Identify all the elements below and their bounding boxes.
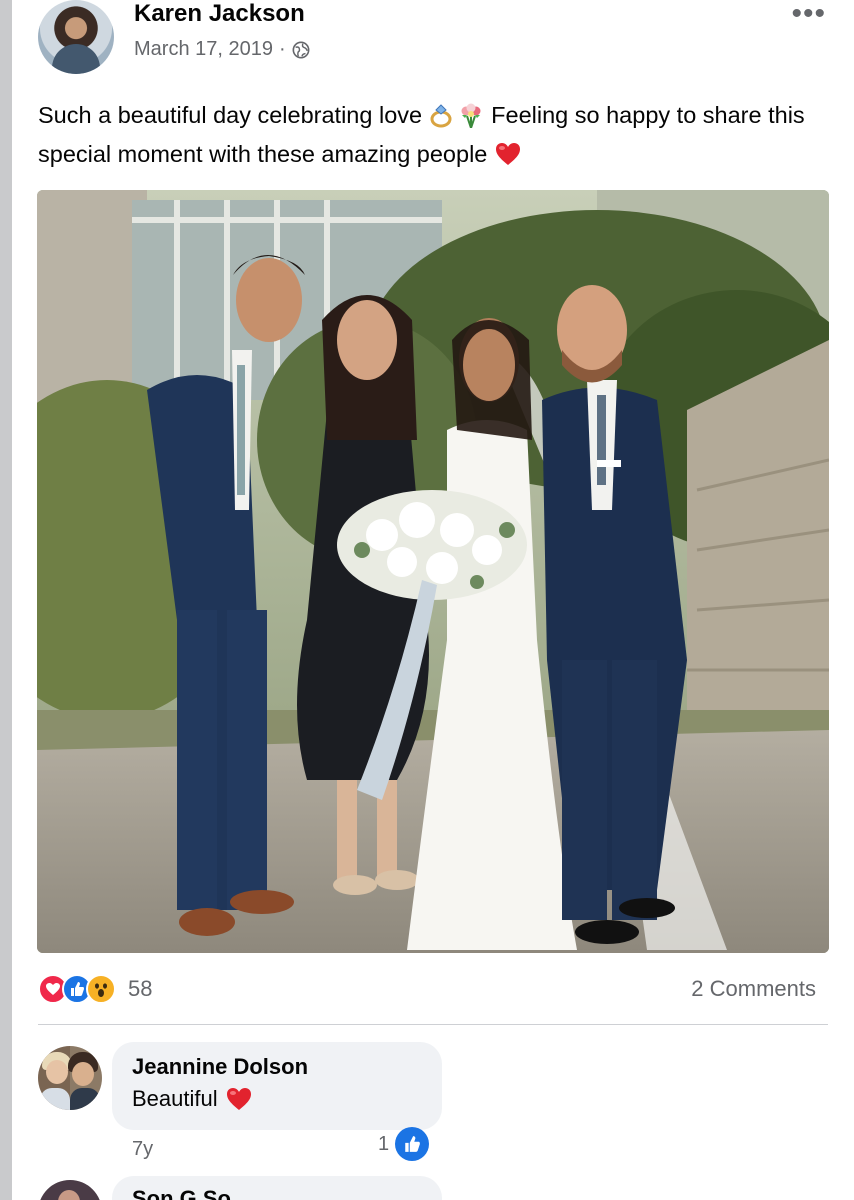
author-avatar[interactable] <box>38 0 114 74</box>
like-icon <box>395 1127 430 1161</box>
post-date[interactable]: March 17, 2019 <box>134 38 273 61</box>
post-meta: March 17, 2019 · <box>134 38 310 61</box>
author-name[interactable]: Karen Jackson <box>134 0 305 28</box>
comment-bubble-2: Son G So <box>112 1176 442 1200</box>
post-text-part1: Such a beautiful day celebrating love <box>38 102 429 128</box>
reaction-count: 58 <box>128 976 153 1001</box>
wedding-photo <box>37 190 829 953</box>
commenter-avatar[interactable] <box>38 1046 102 1110</box>
comment-likes[interactable]: 1 <box>378 1127 430 1161</box>
screen-edge <box>0 0 12 1200</box>
post-photo[interactable] <box>37 190 829 953</box>
heart-icon <box>226 1088 251 1110</box>
heart-icon <box>495 143 520 165</box>
commenter-name-2[interactable]: Son G So <box>132 1186 422 1200</box>
ring-icon <box>430 104 452 128</box>
more-options-button[interactable]: ••• <box>791 0 826 29</box>
commenter-avatar-2[interactable] <box>38 1180 102 1200</box>
bouquet-icon <box>461 103 481 128</box>
comment-text: Beautiful <box>132 1086 422 1112</box>
comment-text-body: Beautiful <box>132 1086 218 1111</box>
divider <box>38 1024 828 1025</box>
comment-time[interactable]: 7y <box>132 1138 153 1161</box>
comment-like-count: 1 <box>378 1132 390 1155</box>
reactions-summary[interactable]: 58 <box>38 974 152 1004</box>
globe-icon <box>292 41 310 58</box>
comment-bubble: Jeannine Dolson Beautiful <box>112 1042 442 1130</box>
post-text: Such a beautiful day celebrating love Fe… <box>38 96 838 174</box>
post-card: Karen Jackson March 17, 2019 · ••• Such … <box>12 0 854 1200</box>
wow-reaction-icon <box>86 974 116 1004</box>
comments-count-link[interactable]: 2 Comments <box>691 976 816 1002</box>
meta-separator: · <box>278 38 286 60</box>
commenter-name[interactable]: Jeannine Dolson <box>132 1054 422 1080</box>
